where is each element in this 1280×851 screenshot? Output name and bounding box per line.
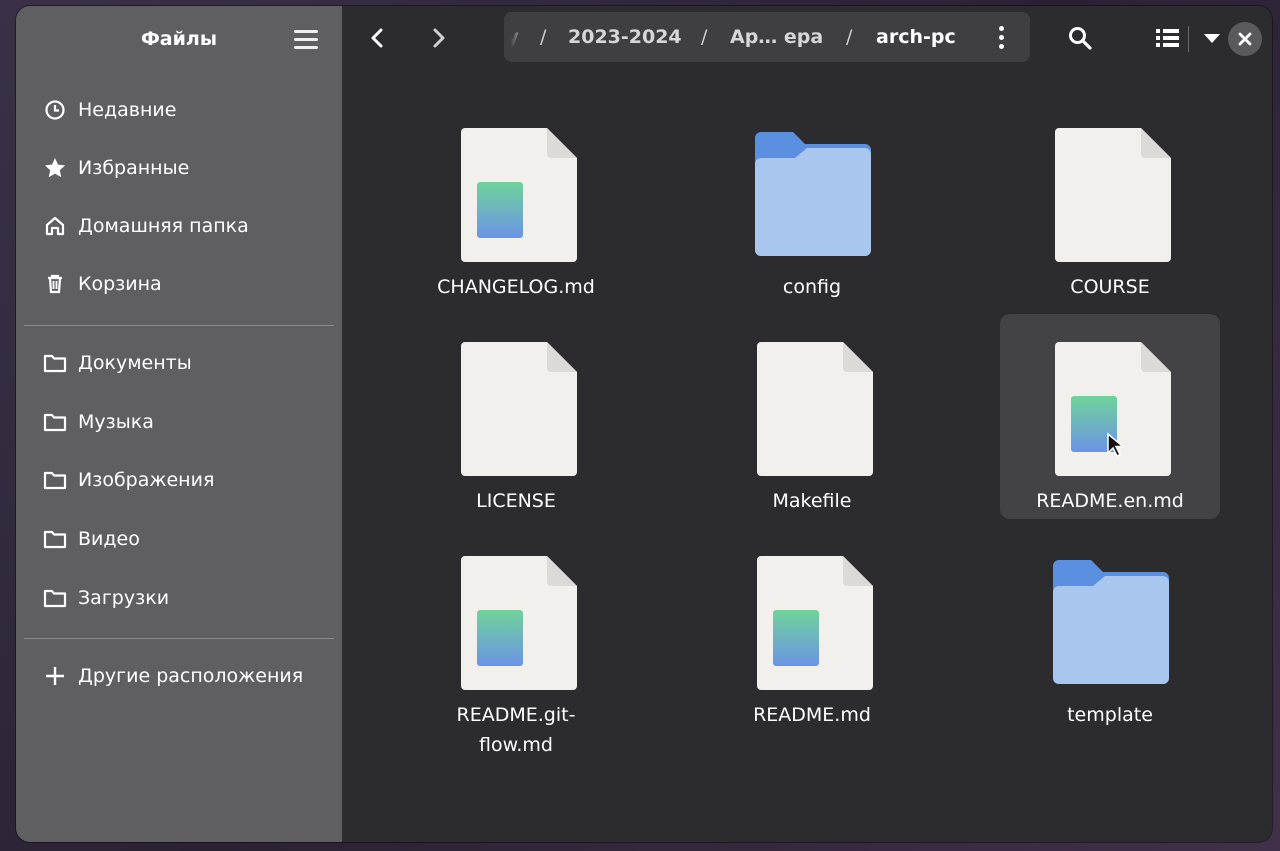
sidebar-item-label: Загрузки <box>78 587 170 609</box>
more-vertical-icon <box>998 25 1004 31</box>
sidebar-item-videos[interactable]: Видео <box>42 519 332 559</box>
search-icon <box>1069 27 1092 50</box>
sidebar-header: Файлы <box>16 6 342 72</box>
sidebar-item-starred[interactable]: Избранные <box>42 148 332 188</box>
view-options-button[interactable] <box>1194 20 1230 56</box>
sidebar: Файлы Недавние Избранные Домашняя папка <box>16 6 342 842</box>
text-document-icon <box>461 556 577 690</box>
chevron-down-icon <box>1204 34 1220 43</box>
sidebar-item-label: Другие расположения <box>78 665 304 687</box>
star-icon <box>42 155 68 181</box>
breadcrumb-separator: / <box>701 26 708 48</box>
folder-icon <box>42 409 68 435</box>
sidebar-item-recent[interactable]: Недавние <box>42 90 332 130</box>
file-item[interactable]: README.git- flow.md <box>406 538 626 756</box>
sidebar-item-documents[interactable]: Документы <box>42 343 332 383</box>
folder-icon <box>42 350 68 376</box>
folder-item[interactable]: template <box>1000 538 1220 743</box>
folder-icon <box>1053 560 1169 684</box>
file-item[interactable]: README.md <box>702 538 922 743</box>
view-split-divider <box>1188 26 1189 52</box>
file-name: config <box>782 276 842 298</box>
close-icon <box>1238 32 1252 46</box>
file-item-selected[interactable]: README.en.md <box>1000 314 1220 519</box>
sidebar-divider <box>24 638 334 639</box>
sidebar-item-label: Музыка <box>78 411 154 433</box>
text-file-icon <box>461 342 577 476</box>
sidebar-item-label: Домашняя папка <box>78 215 249 237</box>
file-name: Makefile <box>772 490 852 512</box>
close-button[interactable] <box>1228 22 1262 56</box>
file-item[interactable]: LICENSE <box>406 324 626 529</box>
sidebar-item-label: Недавние <box>78 99 177 121</box>
sidebar-item-trash[interactable]: Корзина <box>42 264 332 304</box>
file-name: README.md <box>753 704 871 726</box>
file-manager-window: Файлы Недавние Избранные Домашняя папка <box>16 6 1272 842</box>
file-name: LICENSE <box>476 490 556 512</box>
sidebar-item-label: Изображения <box>78 469 215 491</box>
file-item[interactable]: Makefile <box>702 324 922 529</box>
content-area: ly / 2023-2024 / Ар… ера / arch-pc <box>342 6 1272 842</box>
view-list-button[interactable] <box>1150 20 1186 56</box>
sidebar-item-downloads[interactable]: Загрузки <box>42 578 332 618</box>
text-document-icon <box>461 128 577 262</box>
breadcrumb-current[interactable]: arch-pc <box>876 26 956 48</box>
chevron-right-icon <box>433 28 445 48</box>
pathbar-fade <box>504 12 526 62</box>
sidebar-item-label: Корзина <box>78 273 162 295</box>
sidebar-item-label: Видео <box>78 528 140 550</box>
text-file-icon <box>1055 128 1171 262</box>
file-item[interactable]: COURSE <box>1000 110 1220 315</box>
sidebar-divider <box>24 325 334 326</box>
breadcrumb-item[interactable]: Ар… ера <box>730 26 823 48</box>
plus-icon <box>42 663 68 689</box>
chevron-left-icon <box>371 28 383 48</box>
file-name: template <box>1067 704 1153 726</box>
file-name: README.en.md <box>1036 490 1184 512</box>
hamburger-icon <box>294 29 318 33</box>
trash-icon <box>42 271 68 297</box>
breadcrumb-separator: / <box>846 26 853 48</box>
folder-item[interactable]: config <box>702 110 922 315</box>
mouse-cursor-icon <box>1107 432 1124 458</box>
forward-button[interactable] <box>420 20 456 56</box>
folder-icon <box>755 132 871 256</box>
file-name: COURSE <box>1070 276 1150 298</box>
text-document-icon <box>757 556 873 690</box>
search-button[interactable] <box>1062 20 1098 56</box>
sidebar-item-label: Избранные <box>78 157 190 179</box>
home-icon <box>42 213 68 239</box>
sidebar-item-other-locations[interactable]: Другие расположения <box>42 656 332 696</box>
file-name: README.git- flow.md <box>456 704 576 756</box>
path-bar: ly / 2023-2024 / Ар… ера / arch-pc <box>504 12 1030 62</box>
file-name: CHANGELOG.md <box>437 276 595 298</box>
back-button[interactable] <box>360 20 396 56</box>
sidebar-item-pictures[interactable]: Изображения <box>42 460 332 500</box>
clock-icon <box>42 97 68 123</box>
breadcrumb-item[interactable]: 2023-2024 <box>568 26 682 48</box>
file-item[interactable]: CHANGELOG.md <box>406 110 626 315</box>
breadcrumb-separator: / <box>540 26 547 48</box>
path-menu-button[interactable] <box>988 24 1014 50</box>
sidebar-item-home[interactable]: Домашняя папка <box>42 206 332 246</box>
main-menu-button[interactable] <box>294 24 324 54</box>
folder-icon <box>42 585 68 611</box>
header-bar: ly / 2023-2024 / Ар… ера / arch-pc <box>342 6 1272 72</box>
list-view-icon <box>1156 29 1179 47</box>
folder-icon <box>42 467 68 493</box>
text-file-icon <box>757 342 873 476</box>
sidebar-item-label: Документы <box>78 352 192 374</box>
folder-icon <box>42 526 68 552</box>
sidebar-item-music[interactable]: Музыка <box>42 402 332 442</box>
